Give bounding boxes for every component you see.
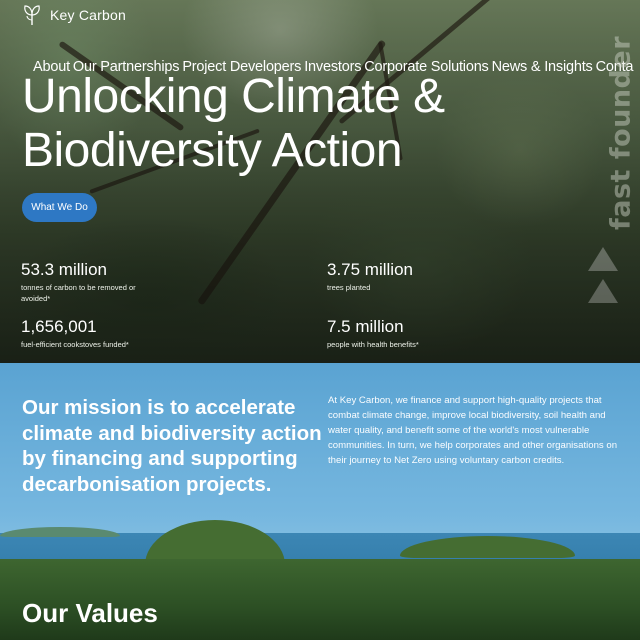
stat-cookstoves: 1,656,001 fuel-efficient cookstoves fund… <box>21 317 129 350</box>
stat-value: 7.5 million <box>327 317 404 336</box>
stat-label: fuel-efficient cookstoves funded* <box>21 340 129 349</box>
hero-title-line-2: Biodiversity Action <box>22 124 403 177</box>
stat-value: 1,656,001 <box>21 317 97 336</box>
mission-title: Our mission is to accelerate climate and… <box>22 396 322 496</box>
stat-value: 53.3 million <box>21 260 107 279</box>
stat-label: trees planted <box>327 283 371 292</box>
stat-label-line: tonnes of carbon to be removed or <box>21 283 136 292</box>
stat-label-line: avoided* <box>21 294 51 303</box>
stat-label: people with health benefits* <box>327 340 419 349</box>
distant-land-background <box>0 527 120 537</box>
hero-title-line-1: Unlocking Climate & <box>22 70 445 123</box>
mission-description: At Key Carbon, we finance and support hi… <box>328 395 618 466</box>
hero-title: Unlocking Climate & Biodiversity Action <box>22 70 582 178</box>
hero-section: Key Carbon About Our Partnerships Project … <box>0 0 640 363</box>
mission-section: Our mission is to accelerate climate and… <box>0 363 640 640</box>
triangle-up-icon <box>588 247 618 271</box>
stat-value: 3.75 million <box>327 260 413 279</box>
stat-label: tonnes of carbon to be removed or avoide… <box>21 282 136 304</box>
stat-trees: 3.75 million trees planted <box>327 260 413 293</box>
our-values-heading: Our Values <box>22 598 158 628</box>
brand-logo-link[interactable]: Key Carbon <box>20 3 126 27</box>
stat-people: 7.5 million people with health benefits* <box>327 317 419 350</box>
fast-founder-text: fast founder <box>605 35 637 231</box>
brand-name: Key Carbon <box>50 7 126 23</box>
leaf-tree-logo-icon <box>24 5 40 25</box>
what-we-do-button[interactable]: What We Do <box>22 193 97 222</box>
triangle-up-icon <box>588 279 618 303</box>
fast-founder-badge[interactable]: fast founder <box>605 28 637 238</box>
stat-carbon: 53.3 million tonnes of carbon to be remo… <box>21 260 136 304</box>
